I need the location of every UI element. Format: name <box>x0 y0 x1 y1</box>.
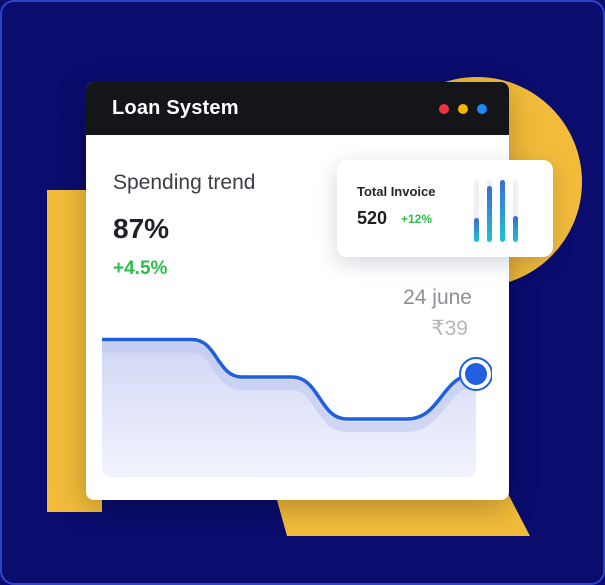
spending-trend-change: +4.5% <box>113 258 168 279</box>
spending-trend-percent: 87% <box>113 213 170 244</box>
invoice-bar <box>487 186 492 242</box>
chart-point-marker[interactable] <box>465 363 487 385</box>
invoice-bar <box>500 180 505 242</box>
window-controls <box>439 103 487 114</box>
app-frame: Loan System Spending trend 87% +4.5% 24 … <box>0 0 605 585</box>
invoice-bar <box>474 218 479 242</box>
minimize-dot-icon[interactable] <box>458 103 468 114</box>
spending-chart-svg <box>102 337 492 477</box>
invoice-mini-bar-chart <box>474 176 534 242</box>
tooltip-date: 24 june <box>403 286 472 309</box>
invoice-value: 520 <box>357 208 388 228</box>
chart-area-fill <box>102 339 476 477</box>
spending-line-chart <box>102 317 492 477</box>
app-title: Loan System <box>112 97 239 119</box>
invoice-title: Total Invoice <box>357 184 436 199</box>
window-titlebar: Loan System <box>86 82 509 135</box>
close-dot-icon[interactable] <box>439 103 449 114</box>
loan-system-window: Loan System Spending trend 87% +4.5% 24 … <box>86 82 509 500</box>
invoice-bar <box>513 216 518 242</box>
invoice-change: +12% <box>401 212 433 226</box>
maximize-dot-icon[interactable] <box>477 103 487 114</box>
spending-trend-label: Spending trend <box>113 171 256 194</box>
total-invoice-card[interactable]: Total Invoice 520 +12% <box>337 160 553 257</box>
